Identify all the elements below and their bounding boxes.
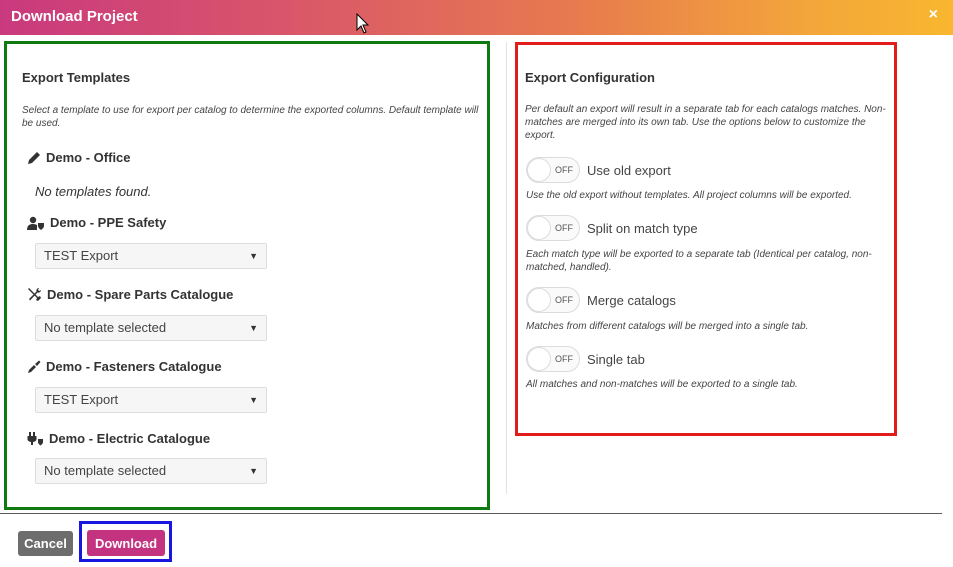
export-templates-description: Select a template to use for export per … (22, 105, 479, 129)
select-value: No template selected (44, 320, 167, 335)
download-button[interactable]: Download (87, 530, 165, 556)
mouse-cursor-icon (356, 13, 370, 34)
caret-down-icon: ▼ (249, 323, 258, 333)
caret-down-icon: ▼ (249, 395, 258, 405)
toggle-label: Single tab (587, 351, 645, 367)
toggle-label: Merge catalogs (587, 292, 676, 308)
caret-down-icon: ▼ (249, 251, 258, 261)
toggle-label: Use old export (587, 162, 671, 178)
toggle-state: OFF (555, 295, 573, 305)
toggle-state: OFF (555, 165, 573, 175)
export-configuration-panel: Export Configuration Per default an expo… (515, 42, 897, 436)
toggle-description: Matches from different catalogs will be … (526, 321, 809, 332)
screwdriver-icon (28, 360, 41, 373)
template-select-electric[interactable]: No template selected ▼ (35, 458, 267, 484)
toggle-split-on-match-type[interactable]: OFF Split on match type (526, 215, 698, 241)
pencil-icon (28, 151, 40, 164)
catalog-name: Demo - Fasteners Catalogue (46, 359, 222, 374)
close-icon[interactable]: × (929, 6, 938, 24)
toggle-knob (527, 288, 551, 312)
toggle-state: OFF (555, 354, 573, 364)
dialog-title: Download Project (11, 8, 138, 25)
toggle-description: Use the old export without templates. Al… (526, 190, 852, 201)
export-configuration-description: Per default an export will result in a s… (525, 104, 886, 141)
no-templates-text: No templates found. (35, 184, 152, 199)
catalog-name: Demo - Electric Catalogue (49, 431, 211, 446)
toggle-description: All matches and non-matches will be expo… (526, 379, 798, 390)
catalog-ppe-safety: Demo - PPE Safety (27, 215, 166, 230)
toggle-switch[interactable]: OFF (526, 157, 580, 183)
catalog-fasteners: Demo - Fasteners Catalogue (27, 359, 222, 374)
export-templates-panel: Export Templates Select a template to us… (4, 41, 490, 510)
toggle-merge-catalogs[interactable]: OFF Merge catalogs (526, 287, 676, 313)
catalog-office: Demo - Office (27, 150, 131, 165)
select-value: TEST Export (44, 248, 119, 263)
select-value: TEST Export (44, 392, 119, 407)
catalog-name: Demo - PPE Safety (50, 215, 167, 230)
catalog-spare-parts: Demo - Spare Parts Catalogue (27, 287, 233, 302)
toggle-switch[interactable]: OFF (526, 346, 580, 372)
template-select-fasteners[interactable]: TEST Export ▼ (35, 387, 267, 413)
toggle-use-old-export[interactable]: OFF Use old export (526, 157, 671, 183)
toggle-label: Split on match type (587, 220, 698, 236)
toggle-knob (527, 158, 551, 182)
toggle-switch[interactable]: OFF (526, 287, 580, 313)
panel-divider (506, 42, 507, 494)
tools-icon (28, 288, 41, 301)
catalog-name: Demo - Spare Parts Catalogue (47, 287, 234, 302)
footer-divider (0, 513, 942, 514)
toggle-knob (527, 347, 551, 371)
catalog-electric: Demo - Electric Catalogue (27, 431, 210, 446)
cancel-button[interactable]: Cancel (18, 531, 73, 556)
template-select-ppe-safety[interactable]: TEST Export ▼ (35, 243, 267, 269)
toggle-knob (527, 216, 551, 240)
toggle-single-tab[interactable]: OFF Single tab (526, 346, 645, 372)
caret-down-icon: ▼ (249, 466, 258, 476)
export-templates-heading: Export Templates (22, 70, 131, 85)
user-shield-icon (27, 216, 44, 230)
export-configuration-heading: Export Configuration (525, 70, 655, 85)
plug-icon (27, 432, 43, 446)
catalog-name: Demo - Office (46, 150, 131, 165)
toggle-state: OFF (555, 223, 573, 233)
select-value: No template selected (44, 463, 167, 478)
title-bar: Download Project × (0, 0, 953, 35)
toggle-switch[interactable]: OFF (526, 215, 580, 241)
toggle-description: Each match type will be exported to a se… (526, 249, 872, 273)
template-select-spare-parts[interactable]: No template selected ▼ (35, 315, 267, 341)
